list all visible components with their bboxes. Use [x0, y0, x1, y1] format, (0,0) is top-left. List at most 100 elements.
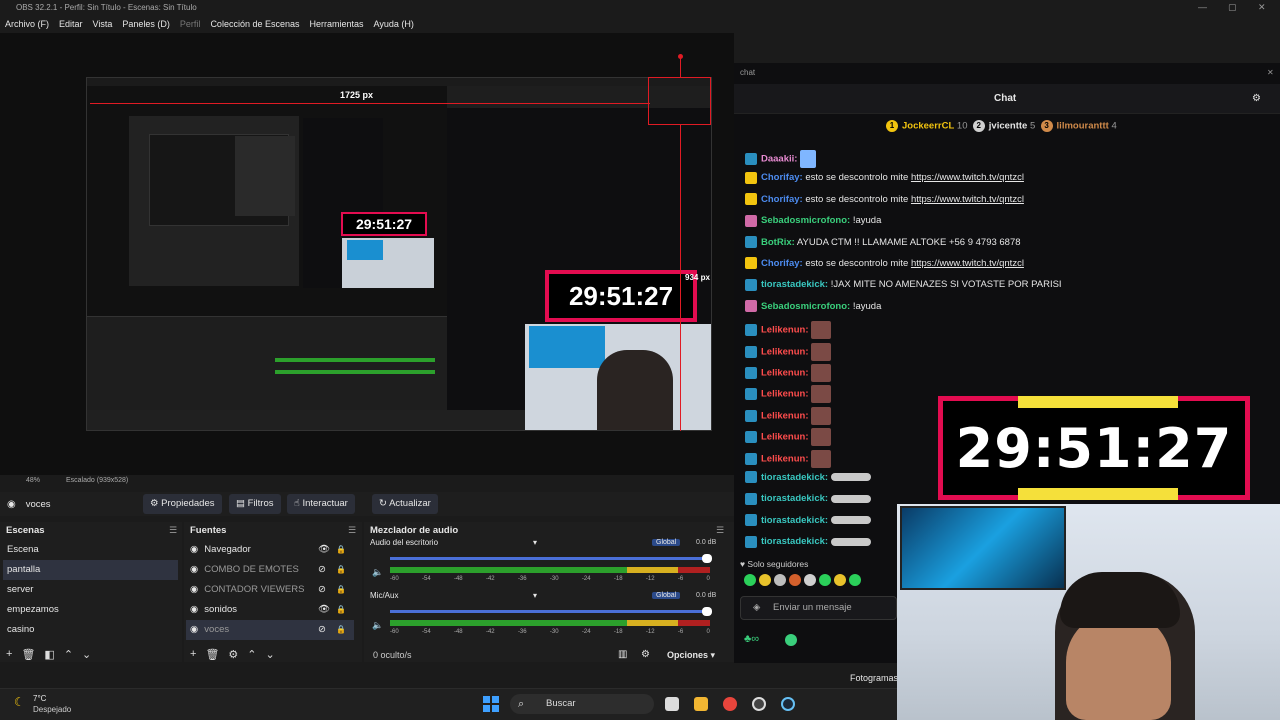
filters-button[interactable]: ▤ Filtros — [229, 494, 281, 514]
scene-item[interactable]: pantalla — [3, 560, 178, 580]
up-icon[interactable]: ⌃ — [64, 648, 73, 661]
chat-username[interactable]: Lelikenun: — [761, 389, 809, 400]
down-icon[interactable]: ⌄ — [82, 648, 91, 661]
chat-username[interactable]: Lelikenun: — [761, 325, 809, 336]
volume-handle[interactable] — [702, 607, 712, 616]
lock-icon[interactable]: 🔒 — [336, 600, 346, 620]
menu-editar[interactable]: Editar — [59, 19, 83, 29]
scene-item[interactable]: Escena — [3, 540, 178, 560]
source-item[interactable]: ◉ voces ⊘ 🔒 — [186, 620, 354, 640]
eye-icon[interactable]: 👁 — [318, 540, 330, 560]
chat-username[interactable]: Daaakii: — [761, 154, 797, 165]
dock-menu-icon[interactable]: ☰ — [169, 525, 177, 536]
menu-herramientas[interactable]: Herramientas — [310, 19, 364, 29]
chat-username[interactable]: BotRix: — [761, 237, 795, 248]
chat-link[interactable]: https://www.twitch.tv/qntzcl — [911, 172, 1024, 183]
eye-hidden-icon[interactable]: ⊘ — [318, 580, 326, 600]
dock-menu-icon[interactable]: ☰ — [716, 525, 724, 536]
minimize-icon[interactable]: — — [1198, 0, 1207, 15]
chat-username[interactable]: Lelikenun: — [761, 346, 809, 357]
channel-dropdown-icon[interactable]: ▾ — [533, 538, 537, 547]
add-icon[interactable]: + — [190, 648, 196, 661]
chat-link[interactable]: https://www.twitch.tv/qntzcl — [911, 258, 1024, 269]
menu-paneles[interactable]: Paneles (D) — [122, 19, 170, 29]
menu-ayuda[interactable]: Ayuda (H) — [374, 19, 414, 29]
chrome-icon[interactable] — [723, 697, 737, 711]
emote-bar[interactable] — [744, 574, 894, 588]
chat-dock-close-icon[interactable]: ✕ — [1267, 68, 1274, 77]
chat-username[interactable]: tiorastadekick: — [761, 472, 828, 483]
selection-box[interactable] — [648, 77, 711, 125]
lock-icon[interactable]: 🔒 — [336, 580, 346, 600]
obs-icon[interactable] — [752, 697, 766, 711]
chat-username[interactable]: tiorastadekick: — [761, 493, 828, 504]
dock-menu-icon[interactable]: ☰ — [348, 525, 356, 536]
chat-username[interactable]: tiorastadekick: — [761, 515, 828, 526]
chat-username[interactable]: Lelikenun: — [761, 453, 809, 464]
refresh-button[interactable]: ↻ Actualizar — [372, 494, 438, 514]
chat-text: !ayuda — [852, 300, 882, 312]
scene-item[interactable]: empezamos — [3, 600, 178, 620]
chat-username[interactable]: Chorifay: — [761, 194, 803, 205]
up-icon[interactable]: ⌃ — [247, 648, 256, 661]
chat-badge-icon — [745, 535, 757, 548]
volume-slider[interactable] — [390, 610, 710, 613]
close-icon[interactable]: ✕ — [1258, 0, 1266, 15]
chat-username[interactable]: Sebadosmicrofono: — [761, 301, 850, 312]
mixer-options-button[interactable]: Opciones ▾ — [667, 650, 715, 661]
file-explorer-icon[interactable] — [694, 697, 708, 711]
menu-archivo[interactable]: Archivo (F) — [5, 19, 49, 29]
mixer-settings-icon[interactable]: ⚙ — [641, 649, 650, 660]
kick-icon[interactable] — [785, 634, 797, 646]
chat-username[interactable]: Chorifay: — [761, 172, 803, 183]
speaker-icon[interactable]: 🔈 — [372, 567, 383, 578]
chat-link[interactable]: https://www.twitch.tv/qntzcl — [911, 194, 1024, 205]
add-icon[interactable]: + — [6, 648, 12, 661]
trash-icon[interactable]: 🗑 — [205, 648, 219, 661]
chat-username[interactable]: Lelikenun: — [761, 432, 809, 443]
volume-slider[interactable] — [390, 557, 710, 560]
speaker-icon[interactable]: 🔈 — [372, 620, 383, 631]
chat-message-input[interactable]: ◈ Enviar un mensaje — [740, 596, 897, 620]
chat-username[interactable]: Lelikenun: — [761, 410, 809, 421]
source-item[interactable]: ◉ sonidos 👁 🔒 — [186, 600, 354, 620]
menu-vista[interactable]: Vista — [93, 19, 113, 29]
volume-handle[interactable] — [702, 554, 712, 563]
chat-username[interactable]: Lelikenun: — [761, 368, 809, 379]
chat-badge-icon — [745, 388, 757, 401]
lock-icon[interactable]: 🔒 — [336, 620, 346, 640]
layout-icon[interactable]: ▥ — [618, 649, 627, 660]
filter-icon[interactable]: ◧ — [44, 648, 54, 661]
taskbar-search[interactable]: ⌕ Buscar — [510, 694, 654, 714]
points-icon[interactable]: ♣∞ — [744, 633, 759, 645]
maximize-icon[interactable]: ▢ — [1228, 0, 1237, 15]
task-view-icon[interactable] — [665, 697, 679, 711]
lock-icon[interactable]: 🔒 — [336, 540, 346, 560]
chat-username[interactable]: Sebadosmicrofono: — [761, 215, 850, 226]
scene-item[interactable]: server — [3, 580, 178, 600]
gear-icon[interactable]: ⚙ — [228, 648, 238, 661]
channel-dropdown-icon[interactable]: ▾ — [533, 591, 537, 600]
chat-username[interactable]: tiorastadekick: — [761, 536, 828, 547]
interact-button[interactable]: ☝ Interactuar — [287, 494, 355, 514]
down-icon[interactable]: ⌄ — [266, 648, 275, 661]
chat-username[interactable]: Chorifay: — [761, 258, 803, 269]
eye-hidden-icon[interactable]: ⊘ — [318, 620, 326, 640]
menu-perfil[interactable]: Perfil — [180, 19, 201, 29]
lock-icon[interactable]: 🔒 — [336, 560, 346, 580]
properties-button[interactable]: ⚙ Propiedades — [143, 494, 222, 514]
source-item[interactable]: ◉ Navegador 👁 🔒 — [186, 540, 354, 560]
scene-item[interactable]: casino — [3, 620, 178, 640]
rotate-handle-icon[interactable] — [678, 54, 683, 59]
chat-settings-icon[interactable]: ⚙ — [1252, 93, 1261, 104]
steam-icon[interactable] — [781, 697, 795, 711]
eye-icon[interactable]: 👁 — [318, 600, 330, 620]
trash-icon[interactable]: 🗑 — [21, 648, 35, 661]
menu-coleccion[interactable]: Colección de Escenas — [210, 19, 299, 29]
start-icon[interactable] — [483, 696, 499, 712]
source-item[interactable]: ◉ CONTADOR VIEWERS ⊘ 🔒 — [186, 580, 354, 600]
source-item[interactable]: ◉ COMBO DE EMOTES ⊘ 🔒 — [186, 560, 354, 580]
chat-username[interactable]: tiorastadekick: — [761, 279, 828, 290]
eye-hidden-icon[interactable]: ⊘ — [318, 560, 326, 580]
mixer-title: Mezclador de audio — [370, 525, 459, 536]
